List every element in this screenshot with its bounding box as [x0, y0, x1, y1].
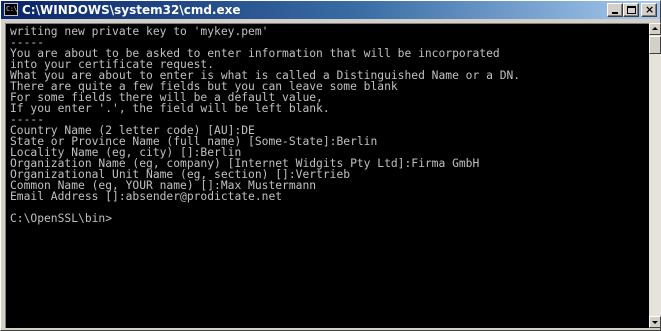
command-prompt: C:\OpenSSL\bin>: [10, 212, 113, 225]
title-bar[interactable]: C:\ C:\WINDOWS\system32\cmd.exe ×: [1, 1, 660, 19]
scrollbar-thumb[interactable]: [649, 36, 661, 54]
console-icon-label: C:\: [6, 5, 18, 13]
scroll-up-arrow-icon: [652, 27, 658, 30]
minimize-icon: [612, 12, 618, 14]
scroll-down-arrow-icon: [652, 321, 658, 324]
window-title: C:\WINDOWS\system32\cmd.exe: [22, 3, 241, 17]
console-icon[interactable]: C:\: [4, 3, 18, 16]
close-icon: ×: [645, 3, 655, 16]
console-window: C:\ C:\WINDOWS\system32\cmd.exe × writin…: [0, 0, 661, 331]
console-output[interactable]: writing new private key to 'mykey.pem' -…: [5, 23, 649, 328]
console-line: If you enter '.', the field will be left…: [10, 102, 330, 115]
maximize-button[interactable]: [623, 3, 639, 17]
console-line: Email Address []:absender@prodictate.net: [10, 190, 283, 203]
scroll-down-button[interactable]: [649, 316, 661, 328]
minimize-button[interactable]: [607, 3, 623, 17]
scroll-up-button[interactable]: [649, 23, 661, 35]
maximize-icon: [627, 6, 636, 14]
vertical-scrollbar[interactable]: [649, 23, 661, 328]
close-button[interactable]: ×: [641, 3, 657, 17]
console-line: writing new private key to 'mykey.pem': [10, 25, 269, 38]
